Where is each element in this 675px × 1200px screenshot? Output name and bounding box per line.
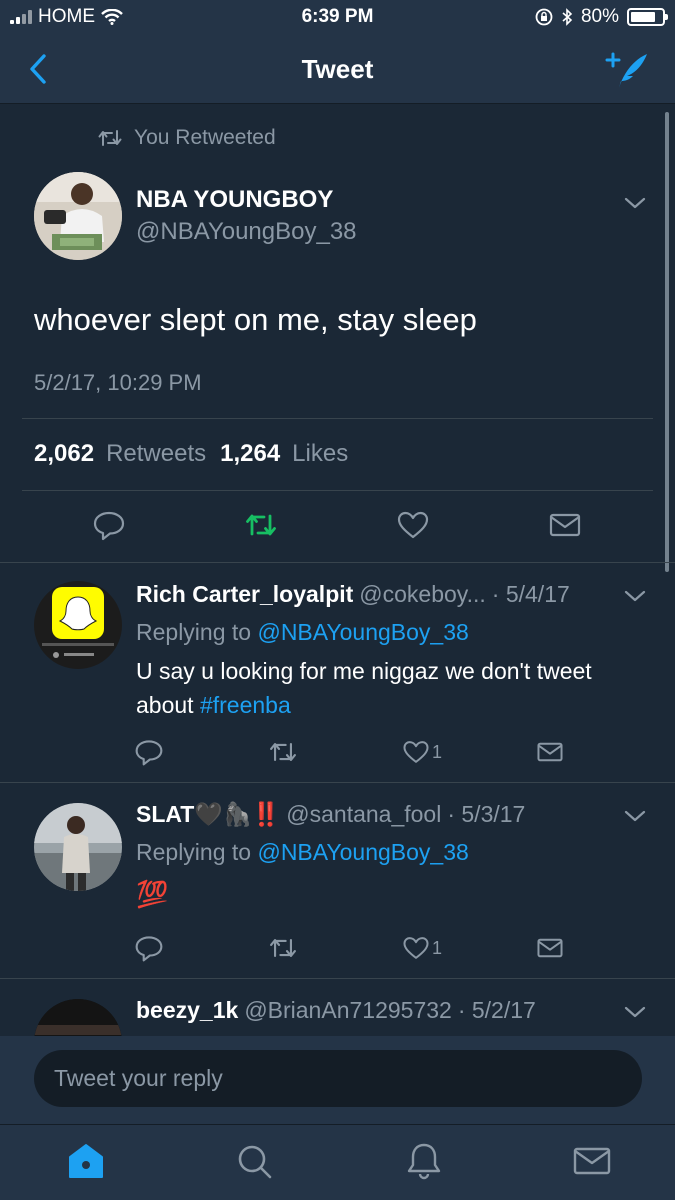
reply-author-handle[interactable]: @cokeboy... (359, 581, 485, 608)
like-count: 1 (432, 741, 443, 762)
chevron-down-icon[interactable] (624, 809, 646, 823)
reply-bar (0, 1036, 675, 1124)
reply-date: · 5/4/17 (491, 581, 570, 607)
retweet-context-label: You Retweeted (134, 126, 276, 149)
author-name[interactable]: NBA YOUNGBOY (136, 186, 333, 214)
retweet-count[interactable]: 2,062 (34, 440, 94, 468)
tweet-stats: 2,062 Retweets 1,264 Likes (34, 440, 348, 468)
reply-icon[interactable] (92, 508, 126, 542)
scroll-indicator[interactable] (665, 112, 669, 572)
bell-icon[interactable] (404, 1141, 444, 1181)
like-count: 1 (432, 937, 443, 958)
bluetooth-icon (562, 8, 573, 26)
divider (22, 418, 653, 419)
author-handle[interactable]: @NBAYoungBoy_38 (136, 218, 357, 246)
chevron-down-icon[interactable] (624, 589, 646, 603)
reply-author-handle[interactable]: @BrianAn71295732 (244, 997, 452, 1024)
reply-icon[interactable] (134, 737, 164, 767)
reply-text: 💯 (136, 879, 169, 909)
reply-icon[interactable] (134, 933, 164, 963)
reply-author-handle[interactable]: @santana_fool (286, 801, 441, 828)
retweet-icon[interactable] (268, 737, 298, 767)
like-label[interactable]: Likes (292, 440, 348, 468)
reply-input[interactable] (34, 1050, 642, 1107)
like-button[interactable]: 1 (402, 933, 442, 963)
page-title: Tweet (301, 54, 374, 84)
reply-date: · 5/3/17 (447, 801, 526, 827)
retweet-icon (98, 130, 122, 146)
battery-percent: 80% (580, 6, 619, 27)
divider (22, 490, 653, 491)
chevron-down-icon[interactable] (624, 196, 646, 210)
home-icon[interactable] (66, 1141, 106, 1181)
tweet-text: whoever slept on me, stay sleep (34, 302, 477, 337)
dm-icon[interactable] (536, 933, 564, 963)
reply-author-name[interactable]: beezy_1k (136, 997, 238, 1024)
avatar[interactable] (34, 581, 122, 669)
dm-icon[interactable] (548, 508, 582, 542)
reply-author-name[interactable]: SLAT🖤🦍‼️ (136, 801, 280, 828)
hashtag-link[interactable]: #freenba (200, 692, 291, 718)
like-button[interactable]: 1 (402, 737, 442, 767)
reply-header: Rich Carter_loyalpit @cokeboy... · 5/4/1… (136, 581, 570, 608)
mail-icon[interactable] (572, 1141, 612, 1181)
compose-icon[interactable] (603, 50, 649, 90)
search-icon[interactable] (234, 1141, 274, 1181)
reply-tweet[interactable]: SLAT🖤🦍‼️ @santana_fool · 5/3/17 Replying… (0, 782, 675, 978)
avatar[interactable] (34, 172, 122, 260)
tweet-actions (0, 508, 675, 548)
nav-bar: Tweet (0, 36, 675, 104)
heart-icon[interactable] (396, 508, 430, 542)
reply-date: · 5/2/17 (457, 997, 536, 1023)
reply-header: SLAT🖤🦍‼️ @santana_fool · 5/3/17 (136, 801, 525, 828)
retweet-context: You Retweeted (98, 126, 276, 150)
reply-tweet[interactable]: beezy_1k @BrianAn71295732 · 5/2/17 (0, 978, 675, 1036)
avatar[interactable] (34, 803, 122, 891)
battery-icon (627, 8, 668, 26)
replying-to-prefix: Replying to (136, 839, 252, 865)
status-bar: HOME 6:39 PM 80% (0, 0, 675, 36)
replying-to: Replying to @NBAYoungBoy_38 (136, 619, 469, 646)
reply-header: beezy_1k @BrianAn71295732 · 5/2/17 (136, 997, 536, 1024)
status-right: 80% (535, 6, 668, 28)
retweet-icon[interactable] (268, 933, 298, 963)
reply-tweet[interactable]: Rich Carter_loyalpit @cokeboy... · 5/4/1… (0, 562, 675, 782)
avatar[interactable] (34, 999, 122, 1036)
dm-icon[interactable] (536, 737, 564, 767)
heart-icon (403, 937, 429, 959)
retweet-icon[interactable] (244, 508, 278, 542)
replying-to-link[interactable]: @NBAYoungBoy_38 (257, 839, 468, 865)
chevron-down-icon[interactable] (624, 1005, 646, 1019)
replying-to-link[interactable]: @NBAYoungBoy_38 (257, 619, 468, 645)
replying-to: Replying to @NBAYoungBoy_38 (136, 839, 469, 866)
retweet-label[interactable]: Retweets (106, 440, 206, 468)
heart-icon (403, 741, 429, 763)
tab-bar (0, 1124, 675, 1200)
rotation-lock-icon (535, 8, 553, 26)
tweet-date: 5/2/17, 10:29 PM (34, 370, 202, 395)
replying-to-prefix: Replying to (136, 619, 252, 645)
reply-author-name[interactable]: Rich Carter_loyalpit (136, 581, 353, 608)
reply-text: U say u looking for me niggaz we don't t… (136, 654, 636, 722)
like-count[interactable]: 1,264 (220, 440, 280, 468)
